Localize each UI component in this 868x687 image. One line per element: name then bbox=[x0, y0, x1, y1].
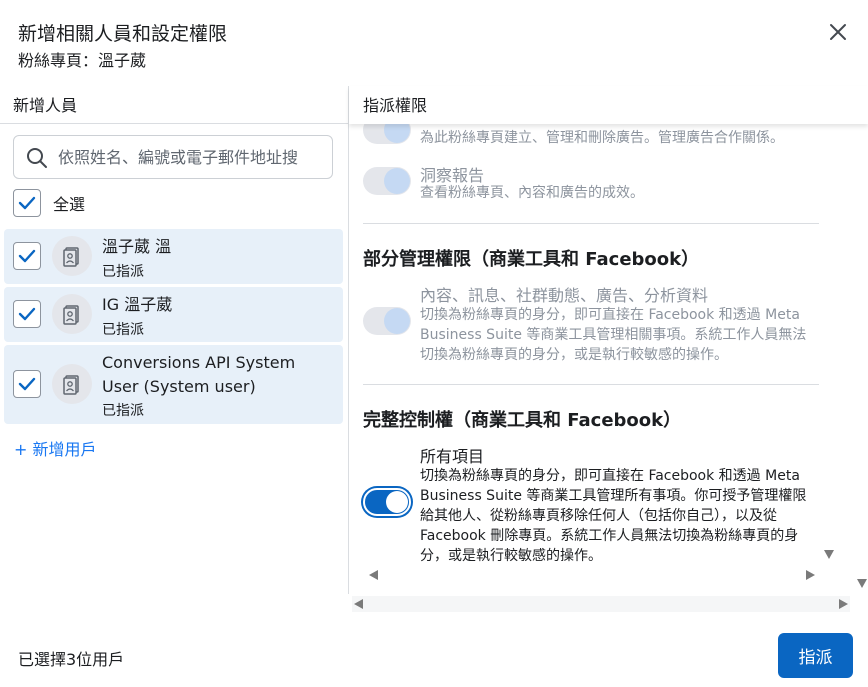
dialog-header: 新增相關人員和設定權限 粉絲專頁：溫子葳 bbox=[0, 0, 868, 86]
selected-count-text: 已選擇3位用戶 bbox=[18, 650, 125, 669]
avatar bbox=[52, 364, 92, 404]
inner-scroll-left-arrow[interactable] bbox=[369, 570, 378, 580]
user-status: 已指派 bbox=[102, 403, 144, 419]
inner-scroll-down-arrow[interactable] bbox=[824, 550, 834, 559]
user-name: 溫子葳 溫 bbox=[102, 237, 172, 256]
assign-permissions-heading: 指派權限 bbox=[349, 86, 868, 124]
select-all-label: 全選 bbox=[53, 195, 86, 214]
search-input[interactable] bbox=[58, 145, 328, 169]
partial-access-permission-title: 內容、訊息、社群動態、廣告、分析資料 bbox=[420, 286, 709, 305]
user-placeholder-icon bbox=[63, 247, 79, 267]
dialog-title: 新增相關人員和設定權限 bbox=[18, 23, 228, 45]
user-name: Conversions API System User (System user… bbox=[102, 353, 296, 396]
add-people-heading: 新增人員 bbox=[0, 86, 348, 124]
partial-access-description: 切換為粉絲專頁的身分，即可直接在 Facebook 和透過 Meta Busin… bbox=[420, 307, 807, 363]
full-control-section-title: 完整控制權（商業工具和 Facebook） bbox=[363, 410, 682, 431]
user-row[interactable]: 溫子葳 溫 已指派 bbox=[4, 229, 343, 284]
partial-access-section-title: 部分管理權限（商業工具和 Facebook） bbox=[363, 249, 700, 270]
section-divider bbox=[363, 384, 819, 385]
avatar bbox=[52, 294, 92, 334]
full-control-permission-title: 所有項目 bbox=[420, 447, 485, 466]
search-box[interactable] bbox=[13, 135, 333, 179]
insights-permission-description: 查看粉絲專頁、內容和廣告的成效。 bbox=[420, 185, 644, 201]
assign-button[interactable]: 指派 bbox=[778, 633, 853, 678]
checkmark-icon bbox=[18, 249, 36, 263]
horizontal-scrollbar[interactable] bbox=[352, 596, 850, 612]
user-status: 已指派 bbox=[102, 322, 144, 338]
user-status: 已指派 bbox=[102, 264, 144, 280]
scroll-left-arrow[interactable] bbox=[354, 599, 363, 609]
checkmark-icon bbox=[18, 196, 36, 210]
user-name: IG 溫子葳 bbox=[102, 295, 173, 314]
permissions-list: 為此粉絲專頁建立、管理和刪除廣告。管理廣告合作關係。 洞察報告 查看粉絲專頁、內… bbox=[349, 124, 819, 564]
ads-permission-description: 為此粉絲專頁建立、管理和刪除廣告。管理廣告合作關係。 bbox=[420, 130, 784, 146]
toggle-knob bbox=[384, 124, 410, 143]
user-placeholder-icon bbox=[63, 305, 79, 325]
checkmark-icon bbox=[18, 307, 36, 321]
dialog-subtitle: 粉絲專頁：溫子葳 bbox=[18, 51, 147, 70]
user-row[interactable]: IG 溫子葳 已指派 bbox=[4, 287, 343, 342]
toggle-knob bbox=[384, 168, 410, 194]
full-control-description: 切換為粉絲專頁的身分，即可直接在 Facebook 和透過 Meta Busin… bbox=[420, 468, 807, 564]
add-user-link[interactable]: + 新增用戶 bbox=[14, 436, 97, 460]
close-icon bbox=[830, 24, 846, 40]
search-icon bbox=[27, 148, 47, 168]
user-checkbox[interactable] bbox=[13, 242, 41, 270]
scroll-right-arrow[interactable] bbox=[839, 599, 848, 609]
toggle-knob bbox=[384, 308, 410, 334]
partial-access-toggle[interactable] bbox=[363, 307, 411, 335]
toggle-knob bbox=[386, 491, 408, 513]
ads-permission-toggle[interactable] bbox=[363, 124, 411, 144]
user-checkbox[interactable] bbox=[13, 300, 41, 328]
user-checkbox[interactable] bbox=[13, 370, 41, 398]
user-placeholder-icon bbox=[63, 375, 79, 395]
select-all-checkbox[interactable] bbox=[13, 189, 41, 217]
checkmark-icon bbox=[18, 377, 36, 391]
inner-scroll-right-arrow[interactable] bbox=[806, 570, 815, 580]
close-button[interactable] bbox=[826, 20, 850, 44]
insights-permission-toggle[interactable] bbox=[363, 167, 411, 195]
full-control-toggle[interactable] bbox=[363, 488, 411, 516]
avatar bbox=[52, 236, 92, 276]
scroll-down-arrow[interactable] bbox=[857, 579, 867, 588]
user-row[interactable]: Conversions API System User (System user… bbox=[4, 345, 343, 424]
section-divider bbox=[363, 223, 819, 224]
select-all-row[interactable]: 全選 bbox=[13, 189, 85, 217]
